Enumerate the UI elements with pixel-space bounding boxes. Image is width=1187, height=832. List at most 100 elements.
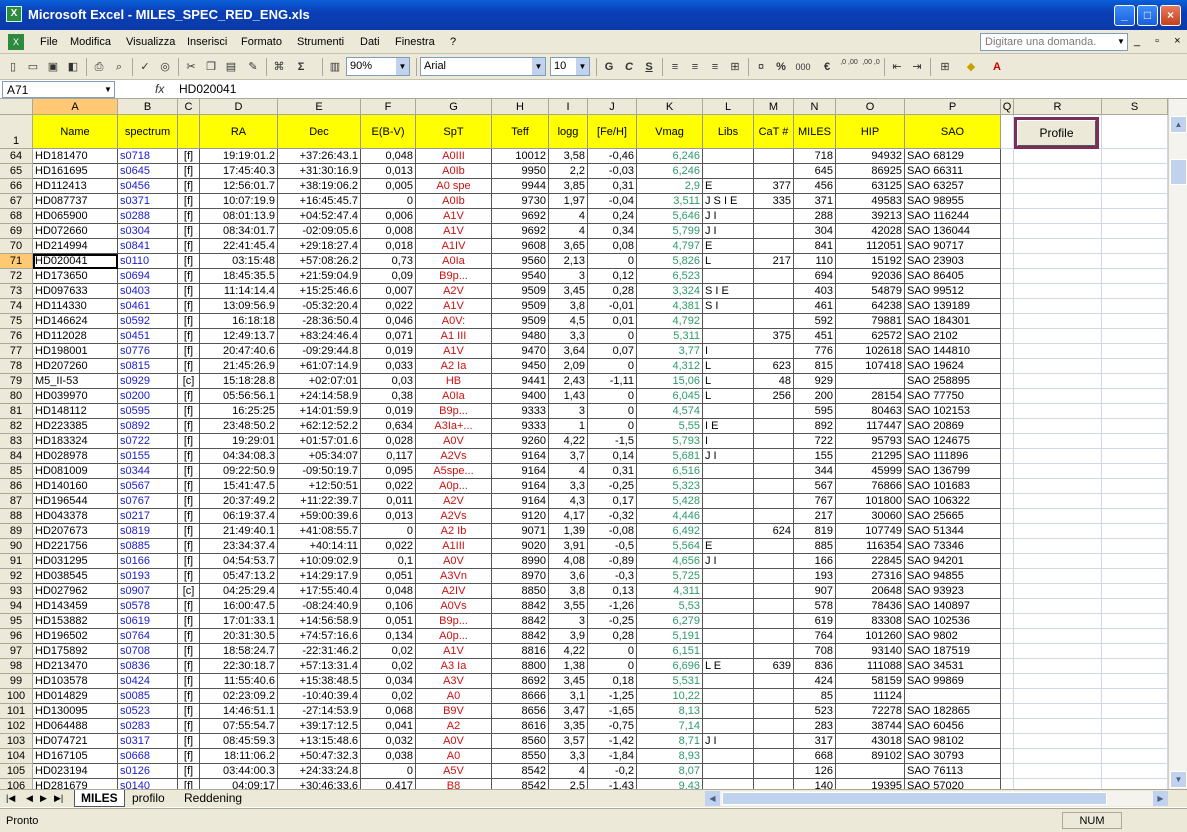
table-cell[interactable]: 05:56:56.1 xyxy=(200,389,278,404)
table-cell[interactable]: 0,005 xyxy=(361,179,416,194)
table-cell[interactable] xyxy=(754,464,794,479)
table-cell[interactable]: 9333 xyxy=(492,404,549,419)
table-cell[interactable]: +15:25:46.6 xyxy=(278,284,361,299)
table-cell[interactable]: A1V xyxy=(416,644,492,659)
empty-cell[interactable] xyxy=(1102,269,1168,284)
table-cell[interactable]: s0836 xyxy=(118,659,178,674)
table-cell[interactable]: 929 xyxy=(794,374,836,389)
table-cell[interactable]: SAO 57020 xyxy=(905,779,1001,789)
table-cell[interactable]: 21:45:26.9 xyxy=(200,359,278,374)
table-cell[interactable]: 9260 xyxy=(492,434,549,449)
spelling-icon[interactable]: ✓ xyxy=(136,58,154,76)
empty-cell[interactable] xyxy=(1014,539,1102,554)
table-cell[interactable]: 8616 xyxy=(492,719,549,734)
first-sheet-icon[interactable]: |◀ xyxy=(6,793,15,804)
column-header-r[interactable]: R xyxy=(1014,99,1102,115)
table-cell[interactable]: 3,77 xyxy=(637,344,703,359)
table-cell[interactable]: A2V xyxy=(416,494,492,509)
table-cell[interactable]: J I xyxy=(703,734,754,749)
table-cell[interactable]: 9400 xyxy=(492,389,549,404)
table-cell[interactable]: 4,312 xyxy=(637,359,703,374)
menu-help[interactable]: ? xyxy=(450,36,456,48)
row-header[interactable]: 90 xyxy=(0,539,33,554)
table-cell[interactable]: 8816 xyxy=(492,644,549,659)
table-cell[interactable]: +11:22:39.7 xyxy=(278,494,361,509)
table-cell[interactable]: 22:30:18.7 xyxy=(200,659,278,674)
table-cell[interactable]: s0764 xyxy=(118,629,178,644)
table-cell[interactable]: A1III xyxy=(416,539,492,554)
scroll-left-icon[interactable]: ◀ xyxy=(705,791,720,806)
table-cell[interactable]: A1V xyxy=(416,344,492,359)
table-cell[interactable]: s0523 xyxy=(118,704,178,719)
table-cell[interactable]: 107418 xyxy=(836,359,905,374)
table-cell[interactable]: 4 xyxy=(549,209,588,224)
table-cell[interactable]: +31:30:16.9 xyxy=(278,164,361,179)
table-cell[interactable]: +62:12:52.2 xyxy=(278,419,361,434)
table-cell[interactable]: [f] xyxy=(178,344,200,359)
table-cell[interactable]: 256 xyxy=(754,389,794,404)
table-cell[interactable]: 283 xyxy=(794,719,836,734)
table-cell[interactable]: 3,64 xyxy=(549,344,588,359)
table-cell[interactable]: 5,826 xyxy=(637,254,703,269)
table-cell[interactable]: 9730 xyxy=(492,194,549,209)
table-cell[interactable]: SAO 86405 xyxy=(905,269,1001,284)
table-cell[interactable]: 04:34:08.3 xyxy=(200,449,278,464)
table-cell[interactable] xyxy=(703,464,754,479)
table-cell[interactable]: SAO 136044 xyxy=(905,224,1001,239)
percent-button[interactable]: % xyxy=(772,58,790,76)
empty-cell[interactable] xyxy=(1001,569,1014,584)
table-cell[interactable]: 0,022 xyxy=(361,539,416,554)
table-cell[interactable]: A2IV xyxy=(416,584,492,599)
table-cell[interactable]: 304 xyxy=(794,224,836,239)
table-cell[interactable]: 140 xyxy=(794,779,836,789)
empty-cell[interactable] xyxy=(1001,584,1014,599)
table-cell[interactable] xyxy=(703,749,754,764)
empty-cell[interactable] xyxy=(1001,344,1014,359)
empty-cell[interactable] xyxy=(1014,524,1102,539)
table-cell[interactable]: 20648 xyxy=(836,584,905,599)
formula-input[interactable]: HD020041 xyxy=(176,81,239,97)
empty-cell[interactable] xyxy=(1001,284,1014,299)
table-cell[interactable]: 5,531 xyxy=(637,674,703,689)
table-cell[interactable]: s0403 xyxy=(118,284,178,299)
table-cell[interactable]: 3,3 xyxy=(549,749,588,764)
table-cell[interactable]: 89102 xyxy=(836,749,905,764)
empty-cell[interactable] xyxy=(1014,659,1102,674)
table-cell[interactable]: -1,65 xyxy=(588,704,637,719)
table-cell[interactable]: 17:01:33.1 xyxy=(200,614,278,629)
table-cell[interactable]: s0155 xyxy=(118,449,178,464)
table-cell[interactable]: [f] xyxy=(178,299,200,314)
table-cell[interactable] xyxy=(754,629,794,644)
table-cell[interactable] xyxy=(754,209,794,224)
table-cell[interactable]: 107749 xyxy=(836,524,905,539)
empty-cell[interactable] xyxy=(1102,659,1168,674)
table-cell[interactable]: [f] xyxy=(178,404,200,419)
table-cell[interactable]: HD221756 xyxy=(33,539,118,554)
table-cell[interactable]: 1 xyxy=(549,419,588,434)
row-header[interactable]: 104 xyxy=(0,749,33,764)
table-cell[interactable]: HD161695 xyxy=(33,164,118,179)
horizontal-scroll-thumb[interactable] xyxy=(722,792,1107,805)
table-cell[interactable]: -0,3 xyxy=(588,569,637,584)
empty-cell[interactable] xyxy=(1001,239,1014,254)
font-select[interactable]: Arial ▼ xyxy=(420,57,546,76)
table-cell[interactable]: 1,39 xyxy=(549,524,588,539)
table-cell[interactable]: 8842 xyxy=(492,614,549,629)
table-cell[interactable]: 0,013 xyxy=(361,509,416,524)
table-cell[interactable]: [f] xyxy=(178,239,200,254)
table-cell[interactable] xyxy=(754,314,794,329)
empty-cell[interactable] xyxy=(1102,479,1168,494)
table-cell[interactable]: A3Ia+... xyxy=(416,419,492,434)
table-cell[interactable]: 9071 xyxy=(492,524,549,539)
row-header[interactable]: 92 xyxy=(0,569,33,584)
table-cell[interactable]: -09:50:19.7 xyxy=(278,464,361,479)
table-cell[interactable]: s0166 xyxy=(118,554,178,569)
table-cell[interactable]: E xyxy=(703,179,754,194)
table-cell[interactable]: +37:26:43.1 xyxy=(278,149,361,164)
empty-cell[interactable] xyxy=(1102,554,1168,569)
table-cell[interactable]: +21:59:04.9 xyxy=(278,269,361,284)
empty-cell[interactable] xyxy=(1102,389,1168,404)
empty-cell[interactable] xyxy=(1001,359,1014,374)
table-cell[interactable]: 0,634 xyxy=(361,419,416,434)
table-cell[interactable]: 22:41:45.4 xyxy=(200,239,278,254)
